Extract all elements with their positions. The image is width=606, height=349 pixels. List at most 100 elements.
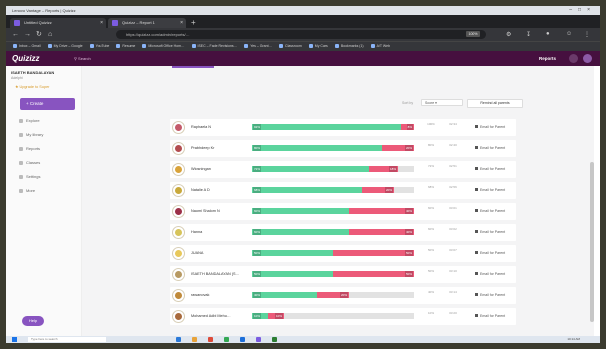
taskbar-app-icon[interactable]: [224, 337, 229, 342]
close-tab-icon[interactable]: ×: [100, 18, 103, 28]
taskbar-app-icon[interactable]: [240, 337, 245, 342]
remind-all-button[interactable]: Remind all parents: [467, 99, 523, 108]
email-parent-button[interactable]: Email for Parent: [475, 146, 505, 150]
time-stat: 03:07: [449, 248, 457, 252]
close-tab-icon[interactable]: ×: [180, 18, 183, 28]
sort-select[interactable]: Score ▾: [421, 99, 463, 106]
accuracy-stat: 72%: [427, 164, 434, 168]
participant-name[interactable]: Natalie A D: [191, 188, 210, 192]
taskbar-app-icon[interactable]: [256, 337, 261, 342]
email-parent-button[interactable]: Email for Parent: [475, 251, 505, 255]
bookmark-item[interactable]: ISEC – Fade Revisions…: [192, 42, 238, 51]
avatar[interactable]: [583, 54, 592, 63]
participant-row[interactable]: Natalie A D 68% 20% 68% 02:56 Email for Paren…: [170, 182, 516, 199]
email-parent-button[interactable]: Email for Parent: [475, 209, 505, 213]
window-controls[interactable]: –□×: [569, 6, 596, 15]
download-icon[interactable]: ↧: [526, 31, 531, 38]
quizizz-logo[interactable]: Quizizz: [12, 53, 40, 64]
reload-icon[interactable]: ↻: [36, 30, 42, 39]
participant-row[interactable]: ISAETH BANDALAYAN (S… 50% 50% 50% 03:10 Email…: [170, 266, 516, 283]
participant-row[interactable]: Wiosningan 72% 18% 72% 02:51 Email for Parent: [170, 161, 516, 178]
participant-row[interactable]: Hanna 60% 40% 60% 03:02 Email for Parent: [170, 224, 516, 241]
profile-icon[interactable]: ☺: [566, 31, 572, 37]
bookmark-item[interactable]: Resume: [116, 42, 135, 51]
bookmark-item[interactable]: A/T Web: [371, 42, 391, 51]
menu-icon[interactable]: ⋮: [584, 31, 590, 38]
sort-value: Score: [425, 101, 435, 105]
taskbar-app-icon[interactable]: [192, 337, 197, 342]
participant-name[interactable]: Wiosningan: [191, 167, 211, 171]
address-input[interactable]: https://quizizz.com/admin/reports/… 100%: [116, 30, 486, 39]
accuracy-stat: 10%: [427, 311, 434, 315]
upgrade-link[interactable]: ★ Upgrade to Super: [15, 84, 49, 89]
email-parent-button[interactable]: Email for Parent: [475, 272, 505, 276]
sidebar-item-more[interactable]: More: [19, 188, 35, 193]
notifications-icon[interactable]: [569, 54, 578, 63]
participant-row[interactable]: rawanovak 40% 20% 40% 03:14 Email for Parent: [170, 287, 516, 304]
email-parent-button[interactable]: Email for Parent: [475, 167, 505, 171]
email-parent-button[interactable]: Email for Parent: [475, 230, 505, 234]
participant-avatar: [172, 247, 185, 260]
participant-row[interactable]: Mohamed Adbl Mehu… 10% 10% 10% 03:20 Email fo…: [170, 308, 516, 325]
score-bar: 50% 50%: [252, 250, 414, 256]
correct-label: 68%: [253, 187, 262, 193]
participant-row[interactable]: Prabhdeep Kr 80% 20% 80% 02:40 Email for Pare…: [170, 140, 516, 157]
participant-name[interactable]: rawanovak: [191, 293, 209, 297]
sidebar-item-classes[interactable]: Classes: [19, 160, 40, 165]
bookmark-item[interactable]: My Drive – Google: [48, 42, 83, 51]
create-button[interactable]: + Create: [20, 98, 75, 110]
participant-name[interactable]: Raphaela N: [191, 125, 211, 129]
avatar-icon: [175, 271, 182, 278]
taskbar-clock[interactable]: 10:14 AM: [567, 336, 580, 343]
incorrect-label: 18%: [388, 166, 397, 172]
bookmark-item[interactable]: Yes – Grant…: [244, 42, 272, 51]
bookmark-item[interactable]: My Cars: [309, 42, 328, 51]
taskbar-app-icon[interactable]: [208, 337, 213, 342]
windows-start-icon[interactable]: [12, 337, 17, 342]
bookmark-item[interactable]: YouTube: [90, 42, 110, 51]
sidebar-item-explore[interactable]: Explore: [19, 118, 40, 123]
participant-name[interactable]: JUANA: [191, 251, 203, 255]
bookmark-item[interactable]: Inbox – Gmail: [13, 42, 41, 51]
back-icon[interactable]: ←: [12, 30, 19, 39]
email-parent-button[interactable]: Email for Parent: [475, 125, 505, 129]
browser-tab-2[interactable]: Quizizz – Report 1 ×: [108, 18, 186, 28]
extension-icon[interactable]: ●: [546, 31, 550, 37]
user-name: ISAETH BANDALAYAN: [11, 70, 55, 75]
participant-name[interactable]: Hanna: [191, 230, 202, 234]
time-stat: 02:34: [449, 122, 457, 126]
home-icon[interactable]: ⌂: [48, 30, 52, 39]
extension-icon[interactable]: ⚙: [506, 31, 511, 38]
browser-tab-1[interactable]: Untitled Quizizz ×: [10, 18, 106, 28]
bookmark-item[interactable]: Classroom: [279, 42, 302, 51]
new-tab-icon[interactable]: +: [191, 18, 196, 28]
forward-icon[interactable]: →: [24, 30, 31, 39]
email-parent-button[interactable]: Email for Parent: [475, 314, 505, 318]
email-parent-button[interactable]: Email for Parent: [475, 188, 505, 192]
participant-row[interactable]: Naomi Shalom N 60% 40% 60% 03:01 Email for Pa…: [170, 203, 516, 220]
zoom-badge[interactable]: 100%: [466, 31, 480, 37]
taskbar-search-input[interactable]: Type here to search: [28, 337, 106, 342]
sidebar-item-settings[interactable]: Settings: [19, 174, 40, 179]
accuracy-stat: 40%: [427, 290, 434, 294]
email-parent-button[interactable]: Email for Parent: [475, 293, 505, 297]
correct-label: 50%: [253, 250, 262, 256]
participant-row[interactable]: JUANA 50% 50% 50% 03:07 Email for Parent: [170, 245, 516, 262]
participant-name[interactable]: Naomi Shalom N: [191, 209, 220, 213]
user-school: Adelphi: [11, 76, 23, 80]
taskbar-app-icon[interactable]: [176, 337, 181, 342]
taskbar-app-icon[interactable]: [272, 337, 277, 342]
scrollbar[interactable]: [590, 162, 594, 322]
sidebar-item-library[interactable]: My library: [19, 132, 43, 137]
bookmark-item[interactable]: Bookmarks (1): [335, 42, 364, 51]
help-button[interactable]: Help: [22, 316, 44, 326]
search-input[interactable]: ⚲ Search: [74, 54, 354, 63]
reports-link[interactable]: Reports: [539, 54, 556, 63]
bookmark-item[interactable]: Microsoft Office Hom…: [142, 42, 184, 51]
sidebar-item-reports[interactable]: Reports: [19, 146, 40, 151]
participant-name[interactable]: Mohamed Adbl Mehu…: [191, 314, 231, 318]
participant-row[interactable]: Raphaela N 92% 8% 100% 02:34 Email for Parent: [170, 119, 516, 136]
participant-name[interactable]: ISAETH BANDALAYAN (S…: [191, 272, 239, 276]
browser-tabstrip: Untitled Quizizz × Quizizz – Report 1 × …: [6, 15, 600, 28]
participant-name[interactable]: Prabhdeep Kr: [191, 146, 214, 150]
